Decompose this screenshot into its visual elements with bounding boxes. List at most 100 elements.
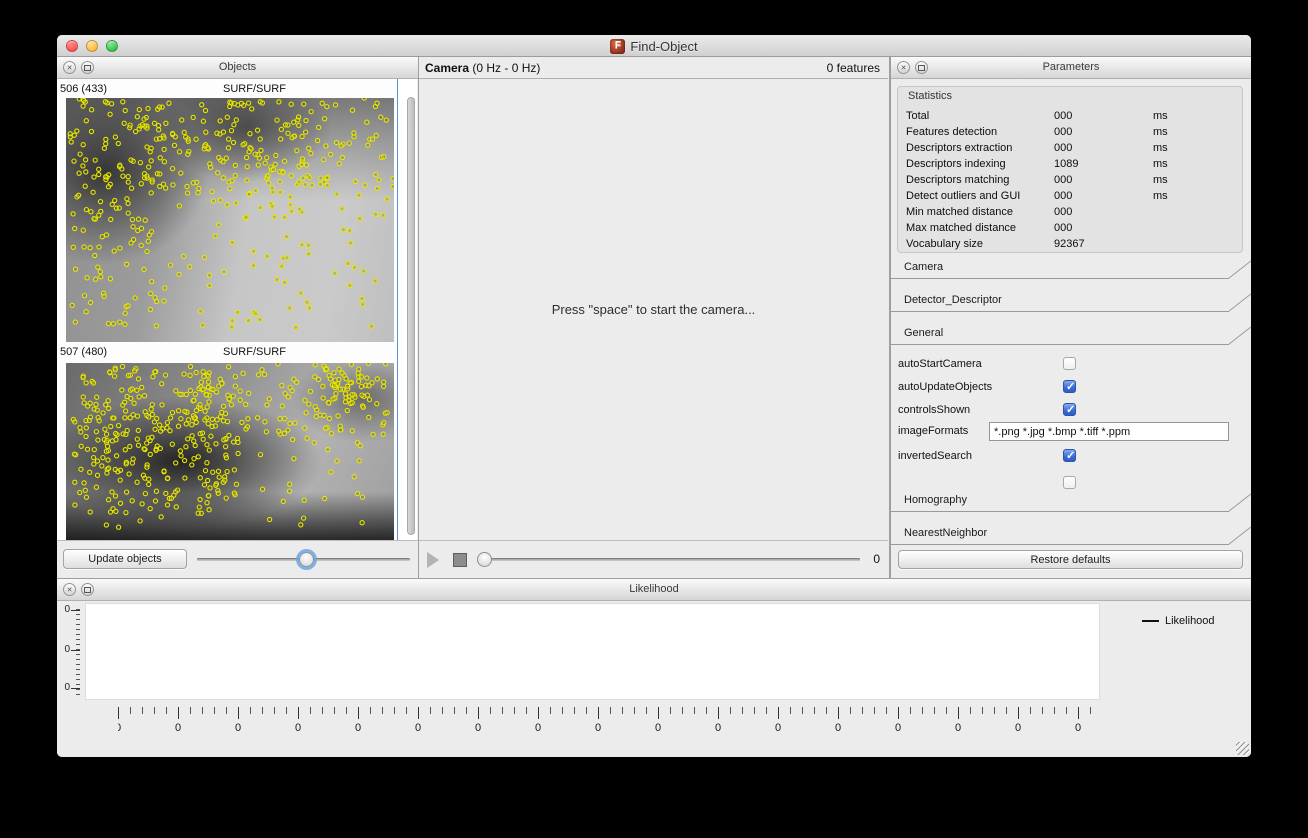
y-major-tick	[71, 688, 80, 689]
likelihood-x-axis: 0 0 0 0 0 0 0 0 0 0 0 0 0 0 0 0	[118, 707, 1093, 739]
object-image-507[interactable]	[66, 363, 394, 540]
x-minor-tick	[646, 707, 647, 714]
x-minor-tick	[1042, 707, 1043, 714]
parameters-panel-title: Parameters	[1042, 61, 1100, 73]
x-minor-tick	[1030, 707, 1031, 714]
statistic-row: Max matched distance 000	[898, 220, 1242, 236]
section-general[interactable]: General	[891, 323, 1251, 347]
play-icon[interactable]	[427, 552, 439, 568]
param-row-invertedSearch: invertedSearch	[891, 447, 1251, 467]
x-major-tick	[1018, 707, 1019, 719]
x-minor-tick	[142, 707, 143, 714]
x-minor-tick	[442, 707, 443, 714]
statistics-title: Statistics	[908, 90, 953, 102]
x-major-tick	[598, 707, 599, 719]
likelihood-panel-titlebar[interactable]: Likelihood	[57, 579, 1251, 601]
statistics-rows: Total 000 ms Features detection 000 ms D…	[898, 108, 1242, 252]
object-image-506[interactable]	[66, 98, 394, 342]
stat-unit	[1153, 220, 1242, 236]
window-titlebar[interactable]: Find-Object	[57, 35, 1251, 57]
stop-icon[interactable]	[453, 553, 467, 567]
x-tick-group: 0	[355, 707, 418, 739]
object-header: 507 (480) SURF/SURF	[57, 346, 397, 361]
likelihood-panel-buttons	[63, 583, 94, 596]
autoStartCamera-label: autoStartCamera	[898, 358, 982, 370]
stat-value: 000	[1054, 222, 1073, 234]
controlsShown-checkbox[interactable]	[1063, 403, 1076, 416]
autoUpdateObjects-checkbox[interactable]	[1063, 380, 1076, 393]
clipped-checkbox[interactable]	[1063, 476, 1076, 489]
camera-frame-slider[interactable]	[477, 541, 860, 579]
stat-label: Features detection	[906, 126, 998, 138]
stat-label: Vocabulary size	[906, 238, 984, 250]
x-tick-label: 0	[118, 722, 121, 734]
x-tick-label: 0	[534, 722, 542, 734]
statistic-row: Features detection 000 ms	[898, 124, 1242, 140]
invertedSearch-checkbox[interactable]	[1063, 449, 1076, 462]
float-parameters-panel-icon[interactable]	[915, 61, 928, 74]
param-row-clipped	[891, 474, 1251, 490]
x-minor-tick	[826, 707, 827, 714]
camera-slider-track[interactable]	[479, 558, 860, 561]
app-icon	[610, 38, 626, 54]
imageFormats-input[interactable]	[989, 422, 1229, 441]
objects-controls: Update objects	[57, 540, 418, 578]
x-major-tick	[718, 707, 719, 719]
legend-line-icon	[1142, 620, 1159, 623]
y-tick-label: 0	[64, 644, 70, 655]
objects-panel-title: Objects	[218, 61, 257, 73]
x-tick-group: 0	[1015, 707, 1078, 739]
x-minor-tick	[466, 707, 467, 714]
param-row-autoUpdateObjects: autoUpdateObjects	[891, 378, 1251, 398]
objects-slider-handle[interactable]	[299, 552, 314, 567]
camera-frame-counter: 0	[873, 552, 880, 566]
x-major-tick	[298, 707, 299, 719]
imageFormats-label: imageFormats	[898, 425, 969, 437]
x-major-tick	[418, 707, 419, 719]
object-detector-label: SURF/SURF	[223, 83, 286, 95]
resize-grip-icon[interactable]	[1236, 742, 1249, 755]
x-major-tick	[538, 707, 539, 719]
objects-size-slider[interactable]	[197, 541, 410, 579]
close-objects-panel-icon[interactable]	[63, 61, 76, 74]
x-major-tick	[658, 707, 659, 719]
parameters-panel-titlebar[interactable]: Parameters	[891, 57, 1251, 79]
section-nearest-neighbor[interactable]: NearestNeighbor	[891, 523, 1251, 547]
close-parameters-panel-icon[interactable]	[897, 61, 910, 74]
section-detector-descriptor[interactable]: Detector_Descriptor	[891, 290, 1251, 314]
restore-defaults-button[interactable]: Restore defaults	[898, 550, 1243, 569]
x-minor-tick	[850, 707, 851, 714]
float-objects-panel-icon[interactable]	[81, 61, 94, 74]
objects-panel-titlebar[interactable]: Objects	[57, 57, 418, 79]
x-tick-group: 0	[235, 707, 298, 739]
likelihood-panel: Likelihood 0 0 0	[57, 578, 1251, 757]
x-minor-tick	[862, 707, 863, 714]
section-camera[interactable]: Camera	[891, 257, 1251, 281]
x-major-tick	[178, 707, 179, 719]
update-objects-button[interactable]: Update objects	[63, 549, 187, 569]
camera-title: Camera	[425, 61, 470, 75]
section-homography[interactable]: Homography	[891, 490, 1251, 514]
float-likelihood-panel-icon[interactable]	[81, 583, 94, 596]
stat-value: 000	[1054, 110, 1073, 122]
x-minor-tick	[814, 707, 815, 714]
x-tick-group: 0	[534, 707, 598, 739]
x-minor-tick	[1090, 707, 1091, 714]
objects-scrollbar-thumb[interactable]	[407, 97, 415, 535]
x-minor-tick	[130, 707, 131, 714]
section-homography-label: Homography	[904, 494, 967, 506]
autoStartCamera-checkbox[interactable]	[1063, 357, 1076, 370]
camera-title-group: Camera (0 Hz - 0 Hz)	[425, 61, 540, 75]
x-minor-tick	[574, 707, 575, 714]
camera-features-count: 0 features	[826, 61, 880, 75]
x-minor-tick	[382, 707, 383, 714]
x-tick-group: 0	[895, 707, 958, 739]
camera-start-message: Press "space" to start the camera...	[551, 302, 756, 317]
stat-unit: ms	[1153, 142, 1168, 154]
stat-value: 000	[1054, 142, 1073, 154]
x-tick-group: 0	[415, 707, 478, 739]
x-tick-label: 0	[774, 722, 782, 734]
close-likelihood-panel-icon[interactable]	[63, 583, 76, 596]
x-minor-tick	[946, 707, 947, 714]
camera-slider-handle[interactable]	[477, 552, 492, 567]
